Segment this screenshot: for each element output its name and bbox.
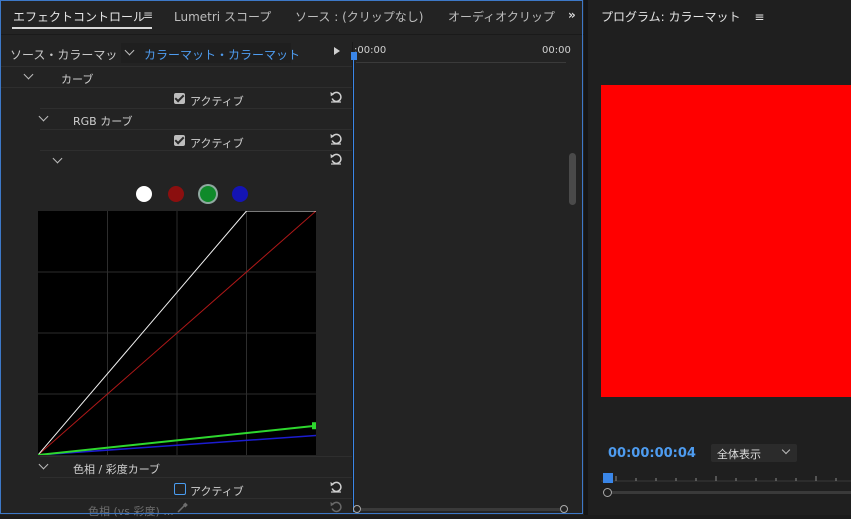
program-monitor-title: プログラム: カラーマット ≡ xyxy=(601,8,764,25)
program-menu-icon[interactable]: ≡ xyxy=(754,10,764,24)
program-timecode[interactable]: 00:00:00:04 xyxy=(608,446,696,461)
green-channel-button[interactable] xyxy=(200,186,216,202)
program-zoom-handle[interactable] xyxy=(603,488,612,497)
play-arrow-icon[interactable] xyxy=(334,47,340,55)
program-zoom-bar[interactable] xyxy=(612,491,851,494)
rgb-curves-active-label: アクティブ xyxy=(190,137,244,150)
eyedropper-icon[interactable] xyxy=(176,502,188,514)
green-curve-handle[interactable] xyxy=(312,422,316,430)
timeline-start-time: :00:00 xyxy=(354,45,387,56)
reset-icon[interactable] xyxy=(330,91,342,103)
hue-sat-active-checkbox[interactable] xyxy=(174,483,186,495)
reset-icon[interactable] xyxy=(330,501,342,513)
tabs-overflow-icon[interactable]: » xyxy=(568,8,576,22)
tab-menu-icon[interactable]: ≡ xyxy=(143,8,153,22)
active-tab-underline xyxy=(12,27,152,29)
tab-lumetri-scopes[interactable]: Lumetri スコープ xyxy=(174,8,271,25)
curves-title: カーブ xyxy=(61,73,94,86)
program-title-text: プログラム: カラーマット xyxy=(601,10,741,24)
white-channel-button[interactable] xyxy=(136,186,152,202)
red-channel-button[interactable] xyxy=(168,186,184,202)
zoom-handle-left[interactable] xyxy=(353,505,361,513)
blue-channel-button[interactable] xyxy=(232,186,248,202)
row-divider xyxy=(40,477,352,478)
zoom-level-label: 全体表示 xyxy=(717,448,761,461)
reset-icon[interactable] xyxy=(330,153,342,165)
panel-tab-bar: エフェクトコントロール ≡ Lumetri スコープ ソース : (クリップなし… xyxy=(0,0,584,35)
effect-timeline[interactable] xyxy=(352,42,581,514)
row-divider xyxy=(0,87,352,88)
scrollbar-thumb[interactable] xyxy=(569,153,576,205)
row-divider xyxy=(40,129,352,130)
reset-icon[interactable] xyxy=(330,133,342,145)
timeline-ruler-line xyxy=(356,62,566,63)
playhead-line xyxy=(353,60,354,512)
curves-active-label: アクティブ xyxy=(190,95,244,108)
clip-select-label: カラーマット・カラーマット xyxy=(144,48,301,62)
timeline-zoom-bar[interactable] xyxy=(361,508,560,511)
video-preview xyxy=(601,85,851,397)
curves-active-checkbox[interactable] xyxy=(174,93,185,104)
hue-sat-title: 色相 / 彩度カーブ xyxy=(73,463,161,476)
row-divider xyxy=(40,456,352,457)
playhead-handle[interactable] xyxy=(351,52,357,60)
tab-effect-controls[interactable]: エフェクトコントロール xyxy=(13,8,145,25)
zoom-handle-right[interactable] xyxy=(560,505,568,513)
rgb-curves-title: RGB カーブ xyxy=(73,115,133,128)
source-label: ソース・カラーマット xyxy=(10,48,130,62)
hue-sat-active-label: アクティブ xyxy=(190,485,244,498)
rgb-curve-graph[interactable] xyxy=(38,211,316,455)
row-divider xyxy=(0,66,352,67)
reset-icon[interactable] xyxy=(330,481,342,493)
vertical-scrollbar[interactable] xyxy=(566,64,578,509)
timeline-end-time: 00:00 xyxy=(542,45,571,56)
program-playhead[interactable] xyxy=(603,473,613,483)
tab-source[interactable]: ソース : (クリップなし) xyxy=(295,8,423,25)
hue-vs-sat-label: 色相 (vs 彩度) ... xyxy=(88,505,174,518)
tab-audio-clip[interactable]: オーディオクリップ xyxy=(448,8,555,25)
rgb-curves-active-checkbox[interactable] xyxy=(174,135,185,146)
